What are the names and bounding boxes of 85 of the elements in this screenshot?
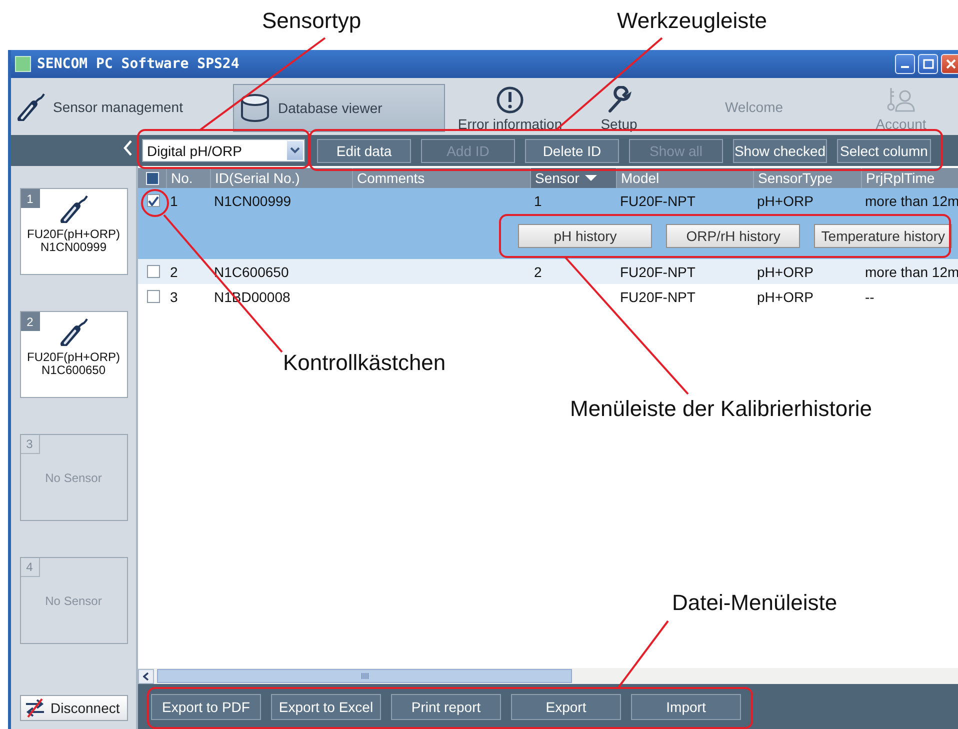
caret-icon — [290, 147, 300, 154]
history-button[interactable]: Temperature history — [814, 224, 952, 248]
app-icon — [15, 56, 31, 72]
nav-tab[interactable]: Sensor management — [11, 78, 227, 135]
account-icon — [886, 86, 916, 114]
empty-slot-label: No Sensor — [45, 471, 102, 485]
table-cell-text: pH+ORP — [756, 264, 814, 280]
history-button[interactable]: pH history — [518, 224, 652, 248]
callout-label: Menüleiste der Kalibrierhistorie — [570, 396, 872, 422]
toolbar-button[interactable]: Show checked — [733, 138, 827, 162]
minimize-button[interactable] — [895, 54, 915, 74]
sensor-type-dropdown[interactable]: Digital pH/ORP — [142, 139, 305, 162]
callout-line — [617, 620, 669, 689]
table-cell-text: pH+ORP — [756, 288, 814, 304]
chevron-left-icon — [142, 672, 150, 680]
probe-icon — [60, 195, 88, 223]
table-cell-text: 1 — [169, 192, 179, 208]
callout-label: Sensortyp — [262, 8, 362, 34]
table-cell-text: pH+ORP — [756, 192, 814, 208]
sensor-name: FU20F(pH+ORP) — [26, 228, 120, 241]
file-button[interactable]: Export — [511, 694, 621, 720]
nav-tab[interactable]: Error information — [449, 78, 571, 135]
scroll-thumb[interactable] — [157, 669, 572, 683]
sensor-serial: N1CN00999 — [40, 241, 107, 254]
table-cell-text: 1 — [533, 192, 543, 208]
table-cell-text: more than 12m — [864, 264, 958, 280]
sensor-card[interactable]: 2 FU20F(pH+ORP) N1C600650 — [20, 311, 128, 398]
slot-number: 3 — [20, 435, 40, 454]
history-button[interactable]: ORP/rH history — [666, 224, 800, 248]
file-button[interactable]: Export to Excel — [271, 694, 381, 720]
row-checkbox[interactable] — [147, 265, 160, 278]
sensor-card[interactable]: 1 FU20F(pH+ORP) N1CN00999 — [20, 188, 128, 275]
close-button[interactable] — [941, 54, 958, 74]
slot-number: 2 — [20, 312, 40, 331]
table-row[interactable]: 1 N1CN00999 1 FU20F-NPT pH+ORP more than 12m — [138, 188, 958, 213]
scroll-left-button[interactable] — [138, 668, 154, 684]
table-cell-text: more than 12m — [864, 192, 958, 208]
probe-icon — [60, 318, 88, 346]
disconnect-icon — [24, 697, 46, 719]
select-all-checkbox[interactable] — [146, 172, 159, 184]
table-cell-text: FU20F-NPT — [619, 192, 696, 208]
chevron-left-icon — [122, 139, 134, 157]
file-button[interactable]: Export to PDF — [151, 694, 261, 720]
slot-number: 4 — [20, 558, 40, 577]
sort-arrow-icon — [585, 175, 598, 181]
probe-icon — [17, 92, 45, 120]
file-button[interactable]: Import — [631, 694, 741, 720]
toolbar-button[interactable]: Select column — [837, 138, 931, 162]
grip-icon — [360, 673, 368, 679]
empty-slot-label: No Sensor — [45, 594, 102, 608]
callout-label: Werkzeugleiste — [617, 8, 767, 34]
maximize-button[interactable] — [918, 54, 938, 74]
toolbar-button[interactable]: Delete ID — [525, 138, 619, 162]
empty-slot[interactable]: 3 No Sensor — [20, 434, 128, 521]
sensor-name: FU20F(pH+ORP) — [26, 351, 120, 364]
file-button[interactable]: Print report — [391, 694, 501, 720]
row-checkbox[interactable] — [147, 290, 160, 303]
callout-label: Kontrollkästchen — [283, 350, 446, 376]
disconnect-button[interactable]: Disconnect — [20, 695, 128, 721]
table-cell-text: 2 — [169, 264, 179, 280]
table-cell-text: N1CN00999 — [213, 192, 292, 208]
table-cell-text: FU20F-NPT — [619, 264, 696, 280]
sensor-serial: N1C600650 — [41, 364, 106, 377]
callout-label: Datei-Menüleiste — [672, 590, 838, 616]
nav-tab[interactable]: Setup — [571, 78, 667, 135]
nav-tab[interactable]: Database viewer — [233, 84, 445, 132]
toolbar-button[interactable]: Edit data — [317, 138, 411, 162]
table-cell-text: 2 — [533, 264, 543, 280]
check-icon — [148, 196, 159, 206]
horizontal-scrollbar[interactable] — [138, 668, 958, 684]
row-checkbox[interactable] — [147, 194, 160, 207]
table-cell-text: -- — [864, 288, 874, 304]
table-cell-text: N1C600650 — [213, 264, 290, 280]
maximize-icon — [922, 59, 934, 69]
table-cell-text: 3 — [169, 288, 179, 304]
close-icon — [946, 59, 956, 69]
empty-slot[interactable]: 4 No Sensor — [20, 557, 128, 644]
alert-icon — [496, 86, 524, 114]
database-icon — [240, 92, 270, 124]
table-row[interactable]: 2 N1C600650 2 FU20F-NPT pH+ORP more than 12m — [138, 259, 958, 284]
table-cell-text: FU20F-NPT — [619, 288, 696, 304]
window-title: SENCOM PC Software SPS24 — [37, 56, 240, 72]
slot-number: 1 — [20, 189, 40, 208]
column-header[interactable]: Sensor — [530, 168, 616, 188]
highlight-circle — [141, 189, 169, 217]
